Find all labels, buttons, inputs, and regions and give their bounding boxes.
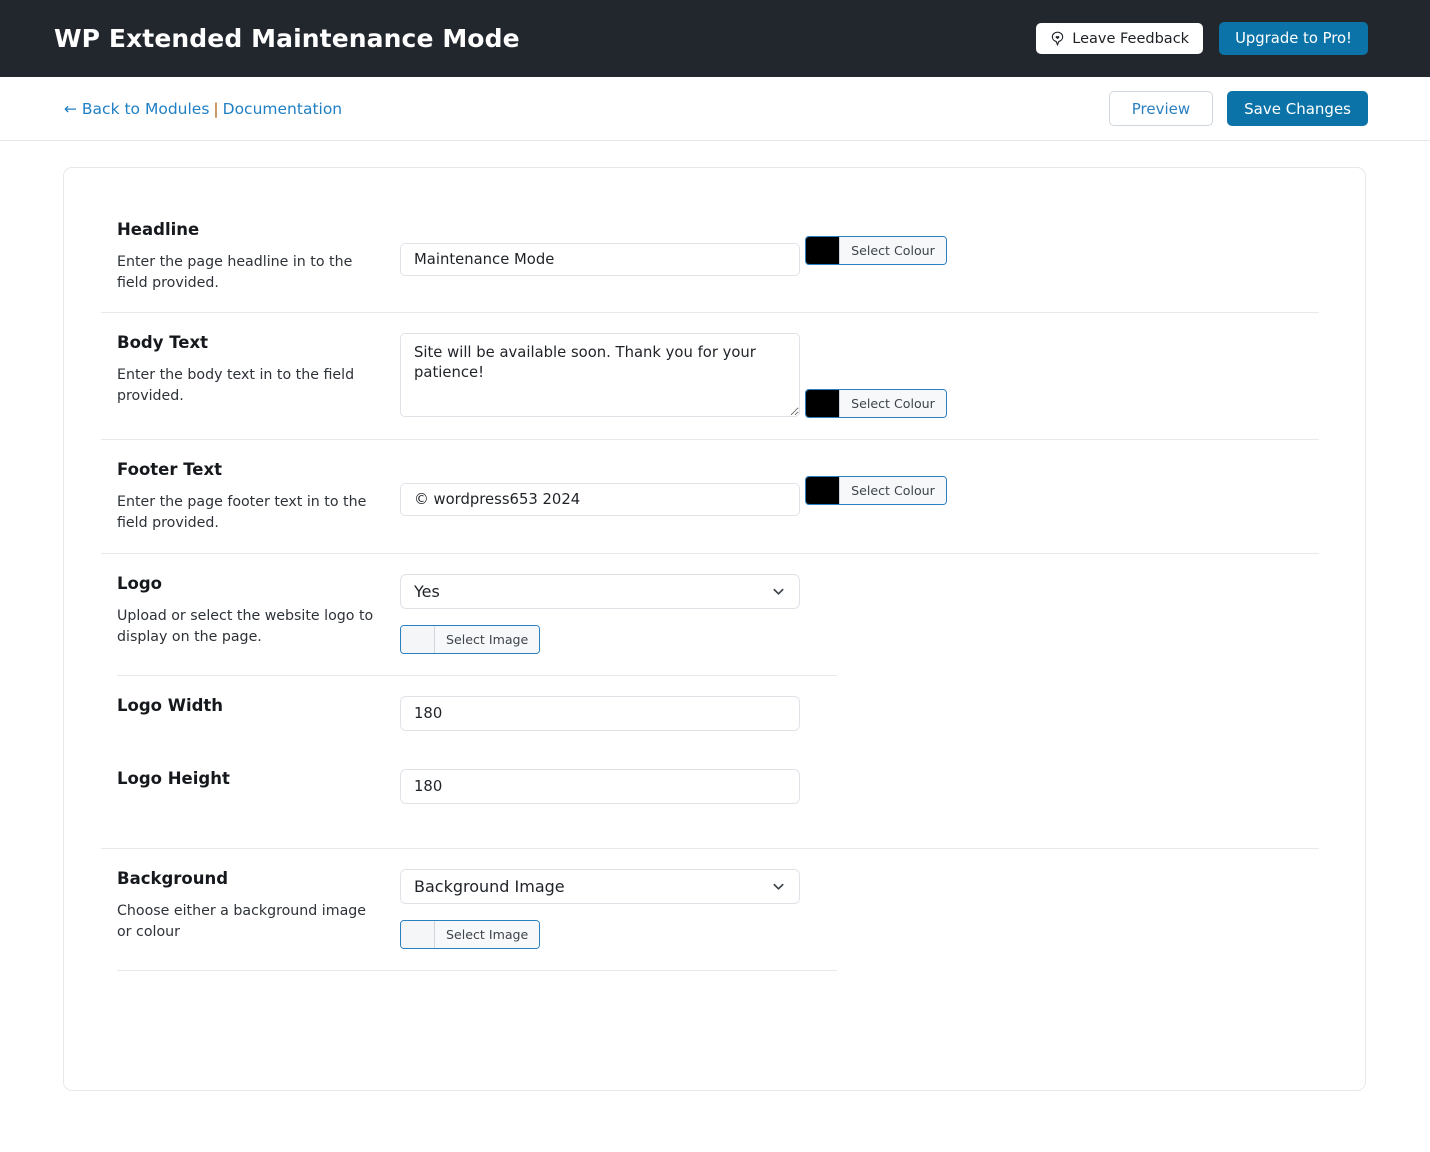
footer-text-colour-picker[interactable]: Select Colour xyxy=(805,476,947,506)
logo-input-column: Yes Select Image xyxy=(400,573,1319,657)
app-header: WP Extended Maintenance Mode Leave Feedb… xyxy=(0,0,1430,77)
leave-feedback-button[interactable]: Leave Feedback xyxy=(1036,23,1204,54)
logo-height-input-column xyxy=(400,768,1319,804)
documentation-link[interactable]: Documentation xyxy=(223,100,343,118)
sub-toolbar: ← Back to Modules | Documentation Preview … xyxy=(0,77,1430,141)
body-text-colour-swatch xyxy=(806,390,841,418)
background-image-picker[interactable]: Select Image xyxy=(400,919,541,949)
headline-input[interactable] xyxy=(400,243,800,276)
footer-text-title: Footer Text xyxy=(117,460,223,480)
body-text-colour-label: Select Colour xyxy=(840,390,946,418)
settings-card: Headline Enter the page headline in to t… xyxy=(63,167,1366,1091)
footer-text-label-column: Footer Text Enter the page footer text i… xyxy=(101,460,400,534)
logo-height-input[interactable] xyxy=(400,768,800,804)
breadcrumb: ← Back to Modules | Documentation xyxy=(64,100,1109,118)
headline-colour-picker[interactable]: Select Colour xyxy=(805,236,947,265)
footer-text-colour-label: Select Colour xyxy=(840,477,946,505)
background-image-preview xyxy=(401,920,435,948)
headline-colour-swatch xyxy=(806,237,841,264)
background-select[interactable]: Background Image xyxy=(400,868,800,904)
breadcrumb-separator: | xyxy=(213,99,219,118)
section-logo-height: Logo Height xyxy=(101,749,1319,822)
upgrade-to-pro-button[interactable]: Upgrade to Pro! xyxy=(1219,22,1368,55)
section-logo: Logo Upload or select the website logo t… xyxy=(101,552,1319,675)
logo-image-preview xyxy=(401,625,435,653)
logo-width-label-column: Logo Width xyxy=(101,696,400,728)
section-footer-text: Footer Text Enter the page footer text i… xyxy=(101,439,1319,552)
headline-title: Headline xyxy=(117,220,200,239)
headline-label-column: Headline Enter the page headline in to t… xyxy=(101,220,400,294)
app-title: WP Extended Maintenance Mode xyxy=(54,24,520,53)
body-text-title: Body Text xyxy=(117,333,209,353)
logo-label-column: Logo Upload or select the website logo t… xyxy=(101,574,400,648)
logo-width-input[interactable] xyxy=(400,695,800,731)
logo-width-title: Logo Width xyxy=(117,695,224,715)
chevron-down-icon xyxy=(771,879,786,894)
logo-title: Logo xyxy=(117,573,162,593)
headline-description: Enter the page headline in to the field … xyxy=(117,253,353,292)
logo-image-label: Select Image xyxy=(435,625,540,653)
logo-description: Upload or select the website logo to dis… xyxy=(117,607,374,645)
body-text-input-column: Site will be available soon. Thank you f… xyxy=(400,333,1319,421)
logo-image-picker[interactable]: Select Image xyxy=(400,624,541,654)
logo-select[interactable]: Yes xyxy=(400,573,800,609)
leave-feedback-label: Leave Feedback xyxy=(1072,30,1190,47)
background-subsection-divider xyxy=(117,969,837,971)
body-text-colour-picker[interactable]: Select Colour xyxy=(805,389,947,419)
logo-height-title: Logo Height xyxy=(117,768,230,788)
section-logo-width: Logo Width xyxy=(101,676,1319,749)
chevron-down-icon xyxy=(771,584,786,599)
preview-button[interactable]: Preview xyxy=(1108,91,1214,126)
headline-input-column: Select Colour xyxy=(400,220,1319,276)
section-body-text: Body Text Enter the body text in to the … xyxy=(101,312,1319,439)
logo-width-input-column xyxy=(400,695,1319,731)
footer-text-colour-swatch xyxy=(806,477,841,505)
section-headline: Headline Enter the page headline in to t… xyxy=(101,200,1319,312)
background-label-column: Background Choose either a background im… xyxy=(101,869,400,943)
body-text-description: Enter the body text in to the field prov… xyxy=(117,367,355,405)
header-actions: Leave Feedback Upgrade to Pro! xyxy=(1036,22,1368,55)
logo-select-value: Yes xyxy=(414,581,440,601)
background-select-value: Background Image xyxy=(414,876,565,896)
section-background: Background Choose either a background im… xyxy=(101,847,1319,970)
background-input-column: Background Image Select Image xyxy=(400,868,1319,952)
body-text-label-column: Body Text Enter the body text in to the … xyxy=(101,333,400,407)
headline-colour-label: Select Colour xyxy=(840,237,946,264)
back-to-modules-link[interactable]: ← Back to Modules xyxy=(64,100,209,118)
background-description: Choose either a background image or colo… xyxy=(117,902,367,940)
page-body: Headline Enter the page headline in to t… xyxy=(0,141,1430,1091)
logo-height-label-column: Logo Height xyxy=(101,769,400,801)
background-title: Background xyxy=(117,868,229,888)
save-changes-button[interactable]: Save Changes xyxy=(1227,91,1368,126)
background-image-label: Select Image xyxy=(435,920,540,948)
toolbar-actions: Preview Save Changes xyxy=(1108,91,1368,126)
body-text-textarea[interactable]: Site will be available soon. Thank you f… xyxy=(400,333,800,418)
feedback-heart-icon xyxy=(1050,31,1065,46)
footer-text-description: Enter the page footer text in to the fie… xyxy=(117,494,367,532)
footer-text-input-column: Select Colour xyxy=(400,460,1319,517)
footer-text-input[interactable] xyxy=(400,483,800,517)
